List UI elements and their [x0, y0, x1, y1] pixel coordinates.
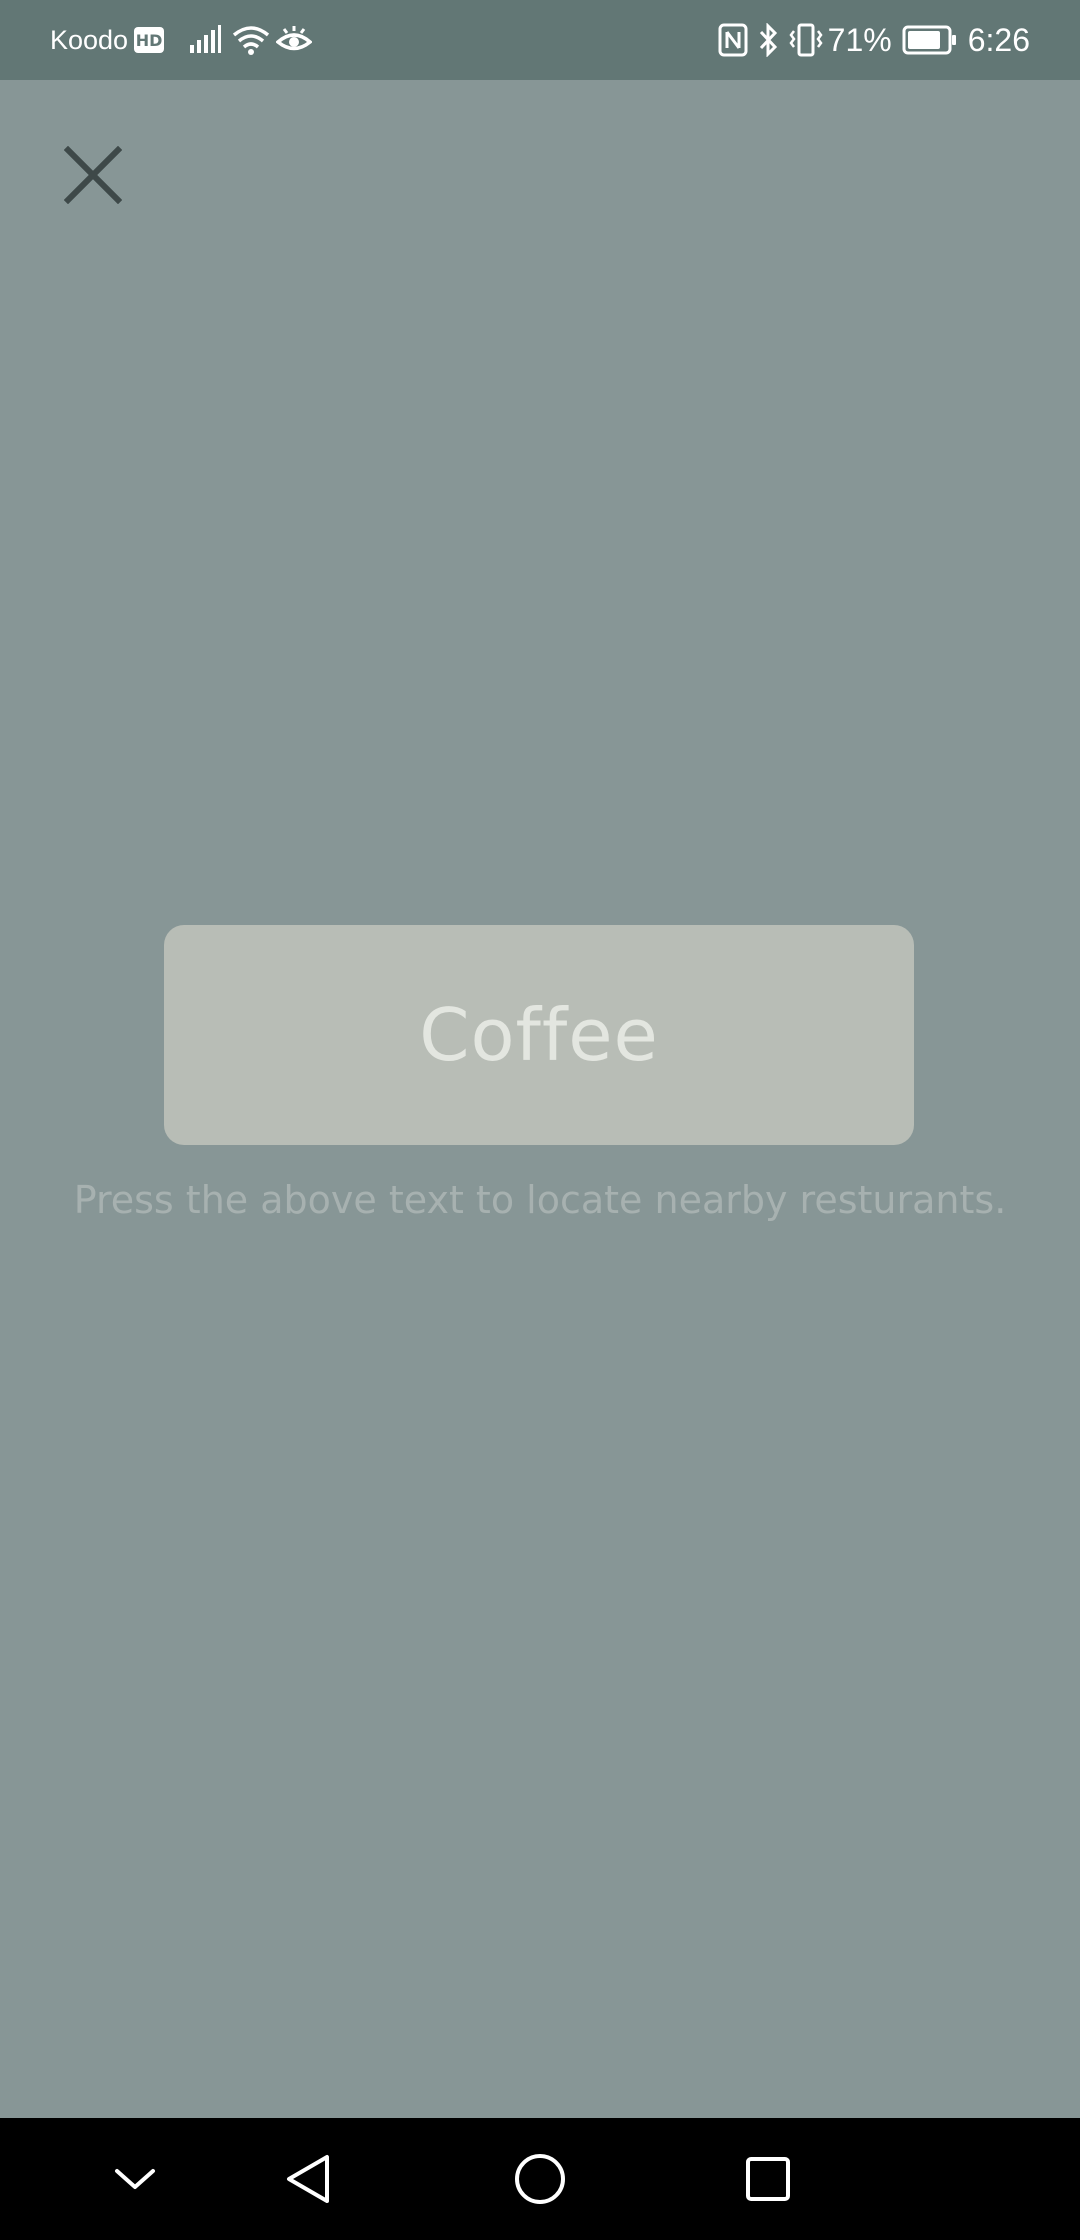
carrier-name: Koodo — [50, 24, 129, 55]
nfc-icon — [718, 23, 748, 57]
status-bar-left: Koodo HD — [50, 0, 313, 80]
home-icon — [515, 2154, 565, 2204]
status-bar-right: 71% 6:26 — [718, 0, 1030, 80]
recents-button[interactable] — [718, 2118, 818, 2240]
eye-icon — [276, 25, 313, 55]
hd-badge: HD — [134, 27, 165, 53]
chevron-down-icon — [115, 2169, 155, 2189]
clock: 6:26 — [967, 21, 1030, 58]
signal-icon — [188, 25, 222, 55]
back-button[interactable] — [258, 2118, 358, 2240]
hint-text: Press the above text to locate nearby re… — [73, 1178, 1007, 1222]
battery-icon — [902, 25, 958, 55]
coffee-button[interactable]: Coffee — [164, 925, 914, 1145]
home-button[interactable] — [490, 2118, 590, 2240]
battery-percent: 71% — [827, 21, 892, 58]
hide-nav-button[interactable] — [85, 2118, 185, 2240]
close-button[interactable] — [60, 142, 126, 208]
coffee-button-label: Coffee — [419, 993, 659, 1077]
status-bar: Koodo HD 71% 6:26 — [0, 0, 1080, 80]
close-icon — [64, 146, 122, 204]
navigation-bar — [0, 2118, 1080, 2240]
bluetooth-icon — [758, 23, 778, 57]
wifi-icon — [232, 24, 270, 56]
recents-icon — [746, 2157, 790, 2201]
vibrate-icon — [788, 23, 824, 57]
back-icon — [287, 2155, 329, 2203]
